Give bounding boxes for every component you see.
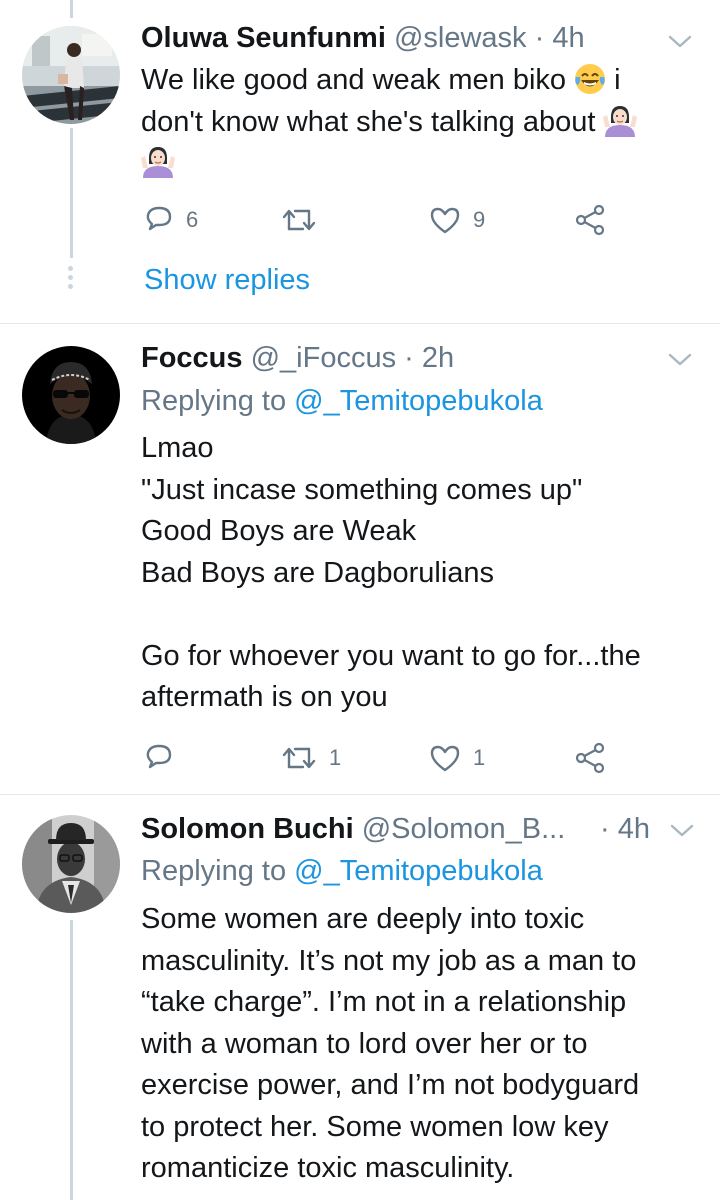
tweet-line: aftermath is on you (141, 681, 388, 713)
share-button[interactable] (574, 738, 606, 778)
tweet-foccus[interactable]: Foccus @_iFoccus · 2h Replying to @_Temi… (0, 324, 720, 794)
tweet-header: Foccus @_iFoccus · 2h (141, 342, 454, 375)
reply-icon (146, 744, 172, 769)
tweet-line: "Just incase something comes up" (141, 473, 583, 506)
replying-to-link[interactable]: @_Temitopebukola (294, 385, 543, 417)
display-name[interactable]: Foccus (141, 342, 243, 374)
tweet-line: romanticize toxic masculinity. (141, 1152, 515, 1184)
timestamp[interactable]: · 4h (535, 22, 585, 54)
tweet-line: don't know what she's talking about (141, 105, 596, 138)
tweet-line: with a woman to lord over her or to (141, 1027, 588, 1060)
display-name[interactable]: Oluwa Seunfunmi (141, 22, 386, 54)
user-handle[interactable]: @Solomon_B... (362, 813, 566, 845)
show-replies-link[interactable]: Show replies (144, 264, 310, 297)
tweet-solomon[interactable]: Solomon Buchi @Solomon_B... · 4h Replyin… (0, 795, 720, 1200)
tweet-oluwa[interactable]: Oluwa Seunfunmi @slewask · 4h We like go… (0, 0, 720, 323)
heart-icon (430, 745, 460, 772)
reply-icon (146, 206, 172, 231)
thread-line (70, 0, 73, 18)
user-handle[interactable]: @slewask (394, 22, 527, 54)
user-handle[interactable]: @_iFoccus (251, 342, 396, 374)
tweet-line: Lmao (141, 432, 214, 464)
tweet-line: i (614, 64, 621, 96)
heart-icon (430, 207, 460, 234)
tweet-text: Lmao "Just incase something comes up" Go… (141, 428, 701, 719)
tweet-line: Go for whoever you want to go for...the (141, 639, 641, 672)
timestamp-wrap: · 4h (600, 813, 650, 846)
retweet-icon (282, 209, 316, 231)
reply-button[interactable]: 6 (144, 200, 198, 240)
tweet-header: Solomon Buchi @Solomon_B... (141, 813, 565, 846)
tweet-text: We like good and weak men biko i don't k… (141, 60, 701, 185)
replying-to-label: Replying to (141, 385, 287, 417)
retweet-button[interactable]: 1 (281, 738, 341, 778)
thread-line (70, 920, 73, 1200)
replying-to: Replying to @_Temitopebukola (141, 385, 543, 418)
reply-count: 6 (186, 207, 199, 232)
tweet-line: Some women are deeply into toxic (141, 903, 585, 935)
avatar[interactable] (22, 346, 120, 444)
retweet-icon (282, 747, 316, 769)
retweet-count: 1 (329, 745, 342, 770)
like-count: 1 (473, 745, 486, 770)
timestamp[interactable]: · 4h (600, 813, 650, 845)
tweet-line: Bad Boys are Dagborulians (141, 556, 495, 589)
tweet-line: to protect her. Some women low key (141, 1110, 609, 1143)
like-button[interactable]: 1 (429, 738, 485, 778)
like-button[interactable]: 9 (429, 200, 485, 240)
replying-to: Replying to @_Temitopebukola (141, 855, 543, 888)
thread-dots (68, 266, 74, 293)
tweet-line: Good Boys are Weak (141, 515, 417, 547)
share-button[interactable] (574, 200, 606, 240)
tweet-line: masculinity. It’s not my job as a man to (141, 944, 637, 977)
tweet-actions: 1 1 (141, 738, 621, 778)
like-count: 9 (473, 207, 486, 232)
thread-line (70, 128, 73, 258)
woman-shrugging-icon (603, 105, 638, 137)
tweet-actions: 6 9 (141, 200, 621, 240)
share-icon (575, 742, 605, 774)
reply-button[interactable] (144, 738, 186, 778)
timestamp[interactable]: · 2h (404, 342, 454, 374)
avatar[interactable] (22, 26, 120, 124)
woman-shrugging-icon (141, 147, 175, 178)
retweet-button[interactable] (281, 200, 329, 240)
chevron-down-icon[interactable] (666, 350, 694, 370)
share-icon (575, 204, 605, 236)
tweet-line: “take charge”. I’m not in a relationship (141, 986, 627, 1018)
tweet-text: Some women are deeply into toxic masculi… (141, 899, 701, 1190)
chevron-down-icon[interactable] (666, 32, 694, 52)
tweet-line: We like good and weak men biko (141, 64, 567, 96)
tweet-header: Oluwa Seunfunmi @slewask · 4h (141, 22, 585, 55)
avatar[interactable] (22, 815, 120, 913)
chevron-down-icon[interactable] (668, 821, 696, 841)
tweet-line: exercise power, and I’m not bodyguard (141, 1069, 640, 1101)
replying-to-link[interactable]: @_Temitopebukola (294, 855, 543, 887)
replying-to-label: Replying to (141, 855, 287, 887)
display-name[interactable]: Solomon Buchi (141, 813, 354, 845)
face-with-tears-of-joy-icon (575, 64, 606, 94)
